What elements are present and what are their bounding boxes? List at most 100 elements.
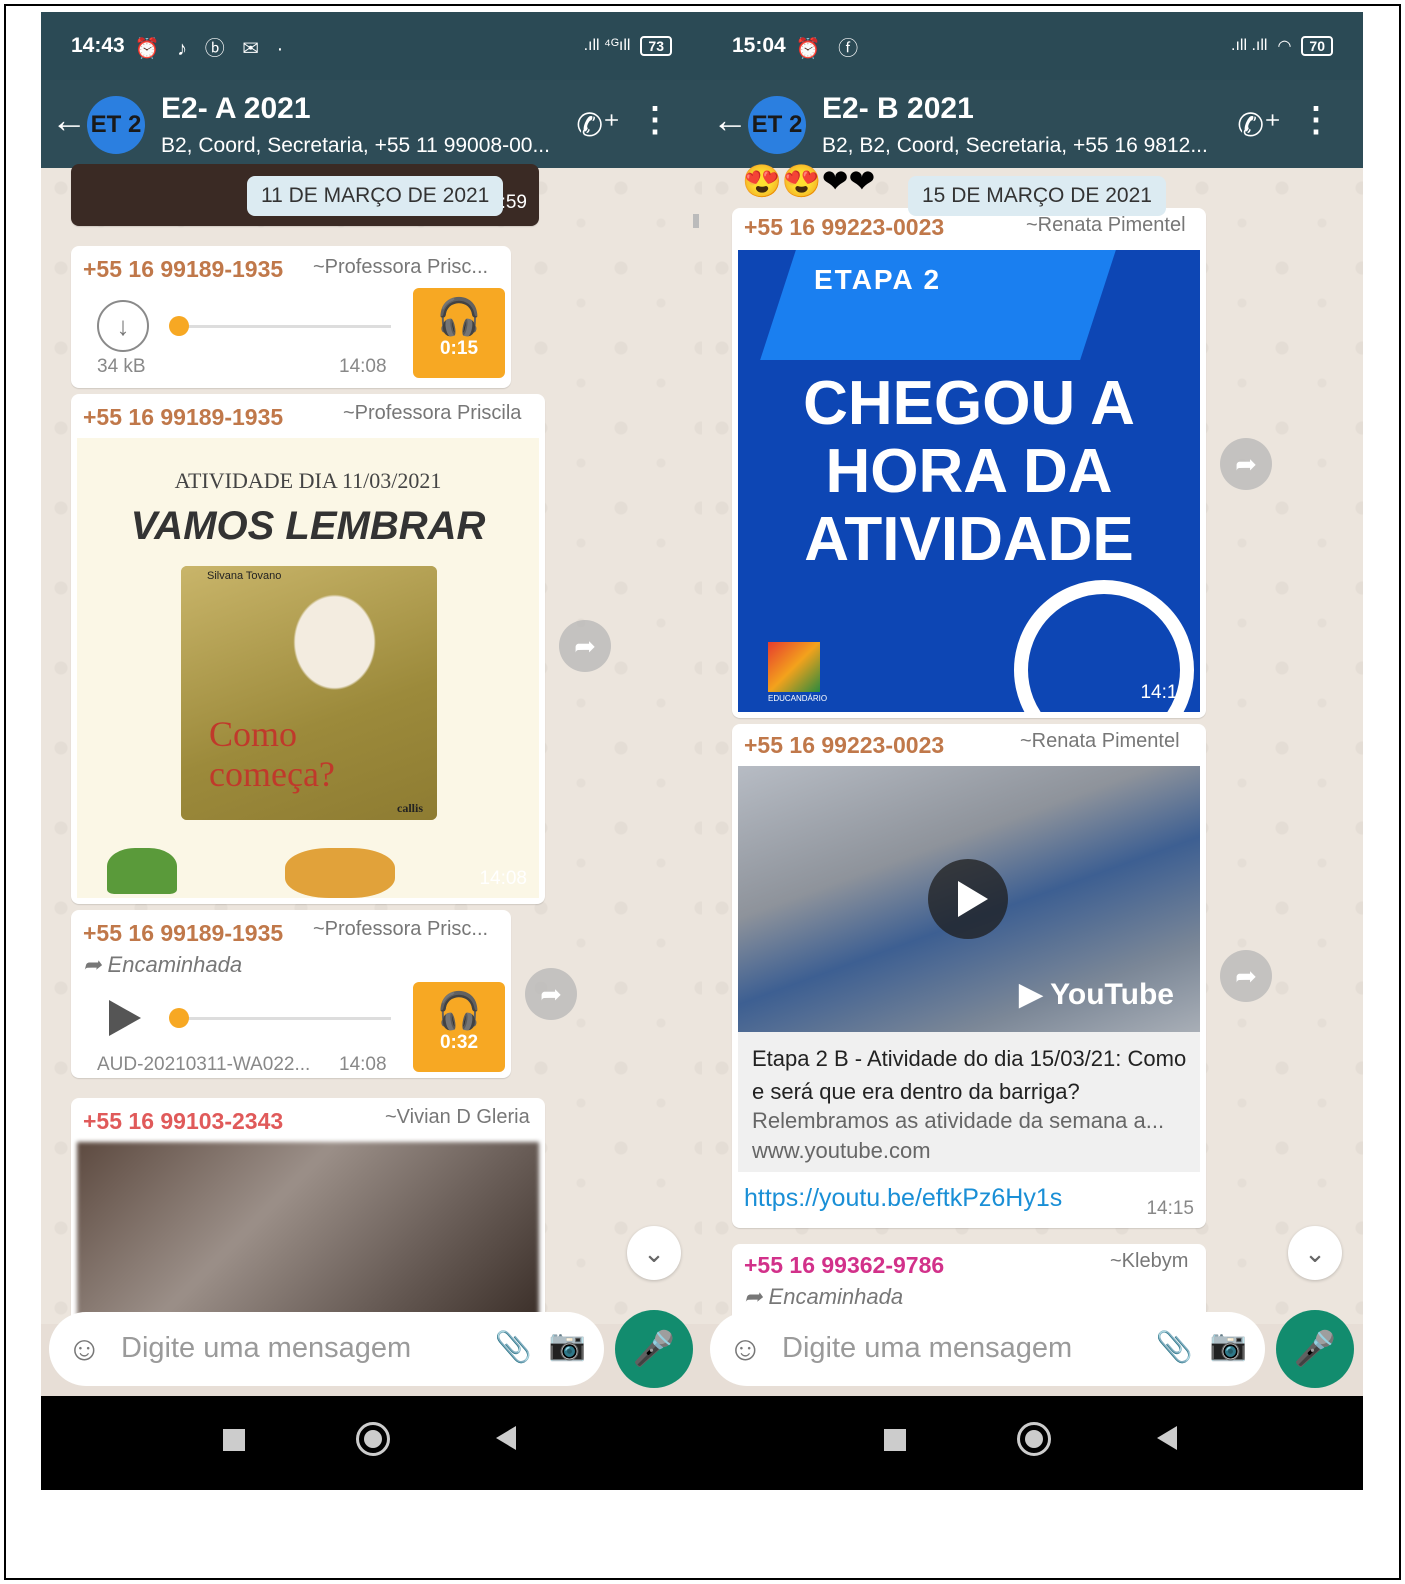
- play-icon[interactable]: [109, 1000, 141, 1036]
- group-participants[interactable]: B2, B2, Coord, Secretaria, +55 16 9812..…: [822, 134, 1222, 158]
- system-navbar: [702, 1396, 1363, 1490]
- download-icon[interactable]: ↓: [97, 300, 149, 352]
- back-arrow-icon[interactable]: ←: [712, 102, 748, 138]
- phone-left: 14:43 ⏰ ♪ ⓑ ✉ · .ıll ⁴ᴳıll 73 ← ET 2 E2-…: [41, 12, 702, 1490]
- message-time: 14:15: [1140, 682, 1188, 703]
- image-headline-line2: HORA DA: [825, 437, 1113, 506]
- group-avatar[interactable]: ET 2: [748, 96, 806, 154]
- signal-icon: .ıll .ıll: [1231, 37, 1268, 54]
- activity-image[interactable]: ATIVIDADE DIA 11/03/2021 VAMOS LEMBRAR S…: [77, 438, 539, 898]
- activity-image[interactable]: ETAPA 2 CHEGOU A HORA DA ATIVIDADE EDUCA…: [738, 250, 1200, 712]
- sender-number[interactable]: +55 16 99223-0023: [744, 214, 944, 241]
- audio-message[interactable]: +55 16 99189-1935 ~Professora Prisc... ↓…: [71, 246, 511, 388]
- more-options-icon[interactable]: ⋮: [638, 100, 672, 140]
- signal-icon: .ıll ⁴ᴳıll: [583, 37, 631, 54]
- chat-header: ← ET 2 E2- A 2021 B2, Coord, Secretaria,…: [41, 80, 702, 168]
- date-separator: 11 DE MARÇO DE 2021: [247, 176, 504, 216]
- audio-seekbar[interactable]: [181, 1017, 391, 1020]
- status-bar: 14:43 ⏰ ♪ ⓑ ✉ · .ıll ⁴ᴳıll 73: [41, 12, 702, 80]
- frog-illustration: [107, 848, 177, 894]
- link-preview[interactable]: Etapa 2 B - Atividade do dia 15/03/21: C…: [738, 1032, 1200, 1172]
- microphone-icon[interactable]: 🎤: [1276, 1310, 1354, 1388]
- sender-number[interactable]: +55 16 99223-0023: [744, 732, 944, 759]
- youtube-link[interactable]: https://youtu.be/eftkPz6Hy1s: [744, 1184, 1062, 1213]
- book-cover-image: Silvana Tovano Como começa? callis: [181, 566, 437, 820]
- audio-duration: 0:15: [439, 338, 479, 359]
- status-notification-icons: ⏰ ⓕ: [795, 37, 865, 60]
- home-icon[interactable]: [356, 1422, 390, 1456]
- add-call-icon[interactable]: ✆⁺: [576, 106, 620, 144]
- forward-icon[interactable]: ➦: [1220, 950, 1272, 1002]
- wifi-icon: ◠: [1277, 38, 1292, 55]
- book-author: Silvana Tovano: [207, 570, 282, 582]
- battery-icon: 73: [640, 36, 672, 56]
- chat-area: 😍😍❤❤ 15 DE MARÇO DE 2021 +55 16 99223-00…: [702, 163, 1363, 1324]
- sender-number[interactable]: +55 16 99189-1935: [83, 256, 283, 283]
- forward-icon[interactable]: ➦: [1220, 438, 1272, 490]
- recents-icon[interactable]: [223, 1429, 245, 1451]
- play-button[interactable]: [928, 859, 1008, 939]
- sender-number[interactable]: +55 16 99189-1935: [83, 920, 283, 947]
- group-title[interactable]: E2- B 2021: [822, 92, 974, 126]
- camera-icon[interactable]: 📷: [1210, 1328, 1247, 1363]
- status-notification-icons: ⏰ ♪ ⓑ ✉ ·: [134, 37, 290, 60]
- status-time: 15:04: [732, 34, 786, 57]
- emoji-icon[interactable]: ☺: [728, 1330, 763, 1369]
- media-message[interactable]: +55 16 99103-2343 ~Vivian D Gleria: [71, 1098, 545, 1324]
- message-input-bar[interactable]: ☺ Digite uma mensagem 📎 📷: [710, 1312, 1265, 1386]
- sender-number[interactable]: +55 16 99362-9786: [744, 1252, 944, 1279]
- sender-number[interactable]: +55 16 99103-2343: [83, 1108, 283, 1135]
- video-thumbnail[interactable]: ▶ YouTube: [738, 766, 1200, 1032]
- scroll-down-icon[interactable]: ⌄: [1288, 1226, 1342, 1280]
- headphones-icon: 🎧: [436, 296, 482, 337]
- system-back-icon[interactable]: [496, 1426, 516, 1450]
- attach-icon[interactable]: 📎: [1156, 1330, 1193, 1365]
- add-call-icon[interactable]: ✆⁺: [1237, 106, 1281, 144]
- message-input-bar[interactable]: ☺ Digite uma mensagem 📎 📷: [49, 1312, 604, 1386]
- audio-filename: AUD-20210311-WA022...: [97, 1054, 311, 1075]
- attach-icon[interactable]: 📎: [495, 1330, 532, 1365]
- home-icon[interactable]: [1017, 1422, 1051, 1456]
- audio-file-size: 34 kB: [97, 356, 146, 377]
- image-headline: CHEGOU A HORA DA ATIVIDADE: [738, 370, 1200, 574]
- audio-seek-handle[interactable]: [169, 316, 189, 336]
- audio-duration: 0:32: [439, 1032, 479, 1053]
- sender-name: ~Professora Prisc...: [313, 256, 489, 278]
- message-input[interactable]: Digite uma mensagem: [121, 1332, 411, 1365]
- scroll-indicator[interactable]: [693, 214, 699, 228]
- youtube-link-message[interactable]: +55 16 99223-0023 ~Renata Pimentel ▶ You…: [732, 724, 1206, 1228]
- image-headline-line3: ATIVIDADE: [804, 505, 1134, 574]
- audio-seekbar[interactable]: [181, 325, 391, 328]
- more-options-icon[interactable]: ⋮: [1299, 100, 1333, 140]
- book-title: Como começa?: [209, 714, 335, 794]
- sender-name: ~Professora Priscila: [343, 402, 522, 424]
- recents-icon[interactable]: [884, 1429, 906, 1451]
- sender-number[interactable]: +55 16 99189-1935: [83, 404, 283, 431]
- scroll-down-icon[interactable]: ⌄: [627, 1226, 681, 1280]
- forwarded-audio-message[interactable]: +55 16 99189-1935 ~Professora Prisc... ➦…: [71, 910, 511, 1078]
- system-back-icon[interactable]: [1157, 1426, 1177, 1450]
- message-time: 14:08: [339, 356, 387, 377]
- emoji-icon[interactable]: ☺: [67, 1330, 102, 1369]
- forward-icon[interactable]: ➦: [559, 620, 611, 672]
- image-message[interactable]: +55 16 99223-0023 ~Renata Pimentel ETAPA…: [732, 208, 1206, 718]
- microphone-icon[interactable]: 🎤: [615, 1310, 693, 1388]
- camera-icon[interactable]: 📷: [549, 1328, 586, 1363]
- emoji-reaction-strip: 😍😍❤❤: [742, 163, 876, 199]
- group-avatar[interactable]: ET 2: [87, 96, 145, 154]
- status-time: 14:43: [71, 34, 125, 57]
- audio-seek-handle[interactable]: [169, 1008, 189, 1028]
- forward-icon[interactable]: ➦: [525, 968, 577, 1020]
- image-message[interactable]: +55 16 99189-1935 ~Professora Priscila A…: [71, 394, 545, 904]
- back-arrow-icon[interactable]: ←: [51, 102, 87, 138]
- message-time: 14:15: [1146, 1198, 1194, 1219]
- blurred-media[interactable]: [77, 1142, 539, 1324]
- message-time: 14:08: [339, 1054, 387, 1075]
- forwarded-text: Encaminhada: [107, 952, 243, 977]
- group-participants[interactable]: B2, Coord, Secretaria, +55 11 99008-00..…: [161, 134, 561, 158]
- message-time: 14:08: [479, 868, 527, 889]
- school-logo: [768, 642, 820, 692]
- chat-area: 3:59 11 DE MARÇO DE 2021 +55 16 99189-19…: [41, 164, 702, 1324]
- message-input[interactable]: Digite uma mensagem: [782, 1332, 1072, 1365]
- group-title[interactable]: E2- A 2021: [161, 92, 311, 126]
